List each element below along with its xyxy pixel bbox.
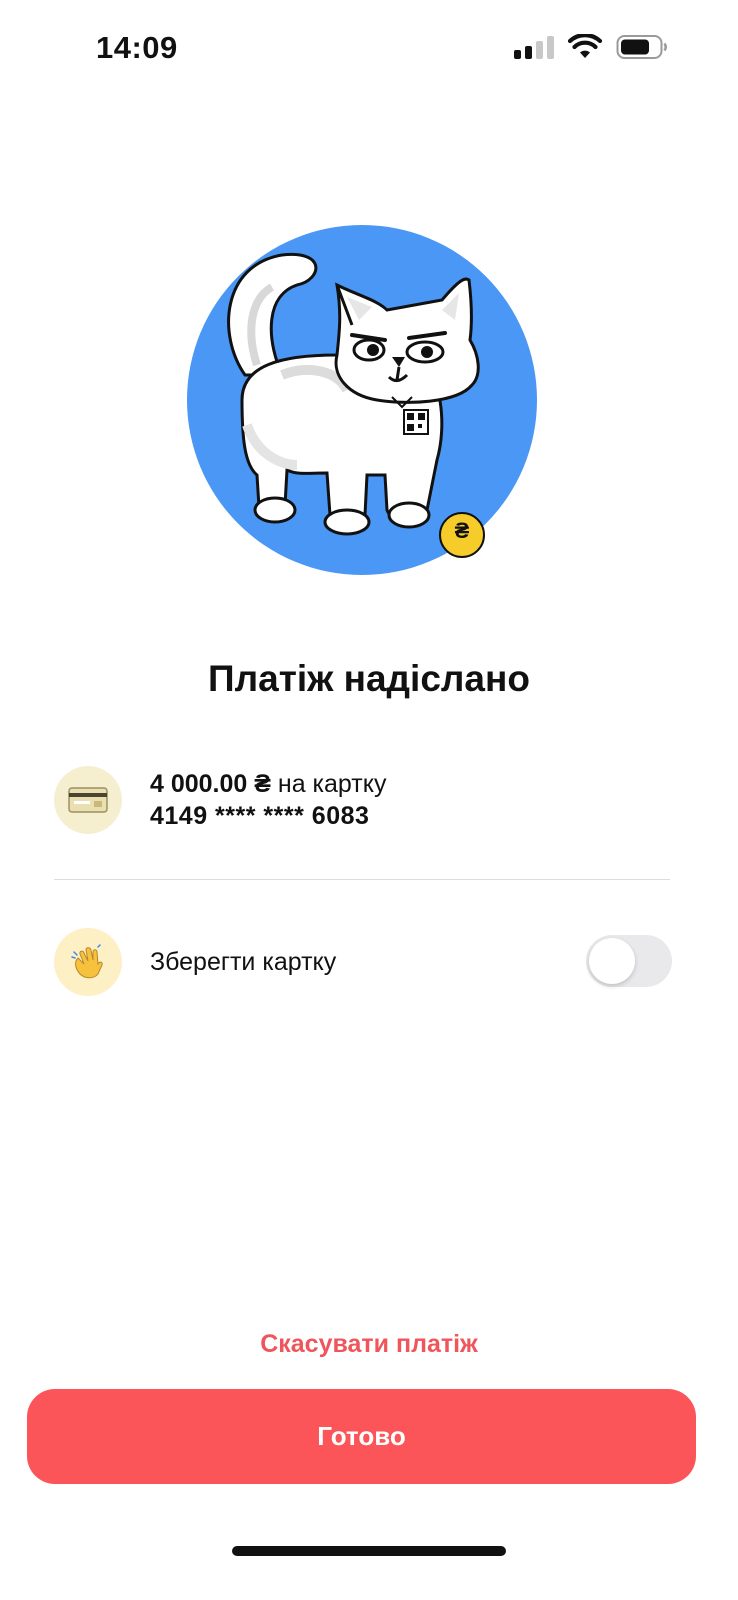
home-indicator bbox=[232, 1546, 506, 1556]
payment-amount: 4 000.00 ₴ bbox=[150, 770, 271, 798]
battery-icon bbox=[616, 35, 667, 59]
page-title: Платіж надіслано bbox=[208, 658, 530, 699]
save-card-label: Зберегти картку bbox=[150, 948, 337, 976]
done-button[interactable]: Готово bbox=[27, 1389, 696, 1484]
cat-illustration bbox=[187, 225, 537, 575]
save-card-toggle[interactable] bbox=[586, 935, 672, 987]
status-icons bbox=[514, 34, 668, 60]
divider bbox=[54, 879, 670, 880]
cellular-signal-icon bbox=[514, 35, 554, 59]
payment-amount-line: 4 000.00 ₴ на картку bbox=[150, 768, 386, 800]
payment-destination-text: на картку bbox=[270, 770, 387, 798]
waving-hand-icon-wrapper bbox=[54, 928, 122, 996]
waving-hand-icon bbox=[71, 944, 103, 979]
cancel-payment-button[interactable]: Скасувати платіж bbox=[0, 1330, 738, 1359]
hryvnia-coin-symbol: ₴ bbox=[454, 518, 470, 543]
card-number: 4149 **** **** 6083 bbox=[150, 802, 370, 830]
wifi-icon bbox=[568, 34, 602, 58]
status-time: 14:09 bbox=[96, 30, 178, 65]
toggle-knob bbox=[589, 938, 635, 984]
credit-card-icon bbox=[68, 787, 108, 813]
credit-card-icon-wrapper bbox=[54, 766, 122, 834]
